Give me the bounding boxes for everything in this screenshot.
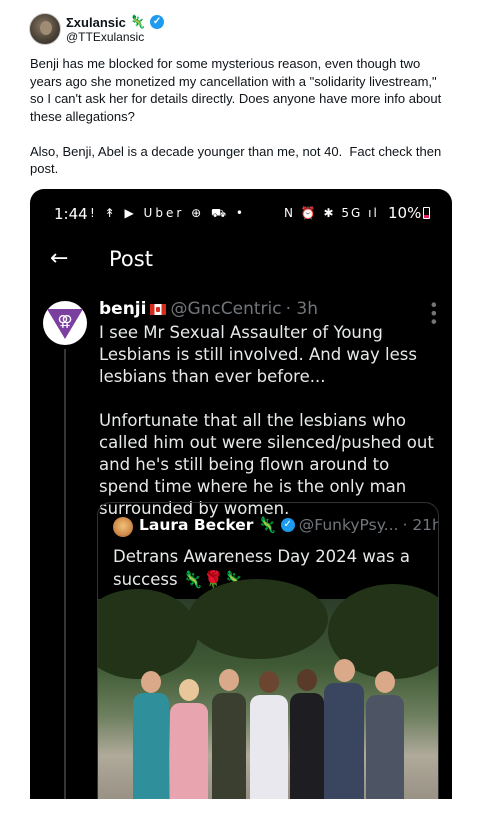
status-time: 1:44 [54,205,88,223]
quote-author-header: Laura Becker 🦎 ✓ @FunkyPsy... · 21h [139,516,439,534]
group-photo[interactable] [98,579,438,799]
quote-verified-badge-icon: ✓ [280,518,295,532]
display-name-text: Σxulansic [66,14,126,30]
lizard-emoji: 🦎 [129,14,147,29]
lesbian-symbol-icon: ⚢ [57,312,73,330]
post-author-handle: @GncCentric [170,299,282,319]
post-text: I see Mr Sexual Assaulter of Young Lesbi… [99,323,434,518]
post-author-avatar[interactable]: ⚢ [43,301,87,345]
quote-author-avatar [113,517,133,537]
status-bar: 1:44 ! ↟ ▶ Uber ⊕ ⛟ • N ⏰ ✱ 5G ıl 10% [30,189,452,239]
verified-badge-icon: ✓ [150,15,165,29]
battery-percent: 10% [388,204,422,222]
post-author-header[interactable]: benji @GncCentric · 3h [99,299,318,319]
tweet-text: Benji has me blocked for some mysterious… [30,56,442,176]
display-name[interactable]: Σxulansic 🦎 ✓ [66,14,165,30]
canada-flag-icon [150,303,167,315]
user-avatar[interactable] [29,13,61,45]
thread-line [64,349,66,799]
notification-icons: ! ↟ ▶ Uber ⊕ ⛟ • [90,206,246,220]
quoted-post[interactable]: Laura Becker 🦎 ✓ @FunkyPsy... · 21h Detr… [97,502,439,799]
quote-lizard-emoji: 🦎 [257,516,277,534]
battery-icon [423,207,430,219]
back-arrow-icon[interactable]: ← [50,246,68,271]
user-handle[interactable]: @TTExulansic [66,30,144,44]
post-author-name: benji [99,299,147,319]
system-icons: N ⏰ ✱ 5G ıl [284,206,379,220]
post-time: · 3h [285,299,318,319]
post-nav-bar: ← Post [30,241,452,281]
quote-author-name: Laura Becker [139,516,254,534]
embedded-screenshot[interactable]: 1:44 ! ↟ ▶ Uber ⊕ ⛟ • N ⏰ ✱ 5G ıl 10% ← … [30,189,452,799]
quote-time: · 21h [402,516,439,534]
page-title: Post [109,247,153,271]
quote-author-handle: @FunkyPsy... [298,516,399,534]
